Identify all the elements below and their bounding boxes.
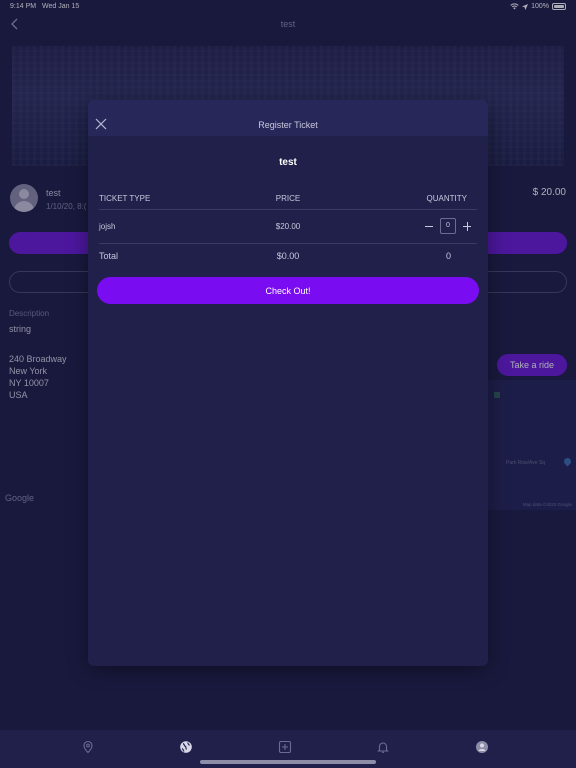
increment-button[interactable] — [461, 221, 473, 233]
table-divider — [99, 209, 477, 210]
total-quantity: 0 — [445, 251, 451, 261]
quantity-input[interactable]: 0 — [440, 218, 456, 234]
column-header-quantity: QUANTITY — [426, 194, 467, 203]
home-indicator[interactable] — [200, 760, 376, 764]
table-divider — [99, 243, 477, 244]
globe-icon[interactable] — [179, 740, 193, 754]
total-price: $0.00 — [276, 251, 300, 261]
event-title: test — [279, 157, 297, 168]
modal-title: Register Ticket — [258, 120, 318, 130]
decrement-button[interactable] — [423, 221, 435, 233]
location-pin-icon[interactable] — [81, 740, 95, 754]
bell-icon[interactable] — [376, 740, 390, 754]
modal-header: Register Ticket — [88, 100, 488, 136]
quantity-stepper: 0 — [423, 217, 473, 235]
check-out-button[interactable]: Check Out! — [97, 277, 479, 304]
register-ticket-modal: Register Ticket test TICKET TYPE PRICE Q… — [88, 100, 488, 666]
add-square-icon[interactable] — [278, 740, 292, 754]
profile-icon[interactable] — [475, 740, 489, 754]
